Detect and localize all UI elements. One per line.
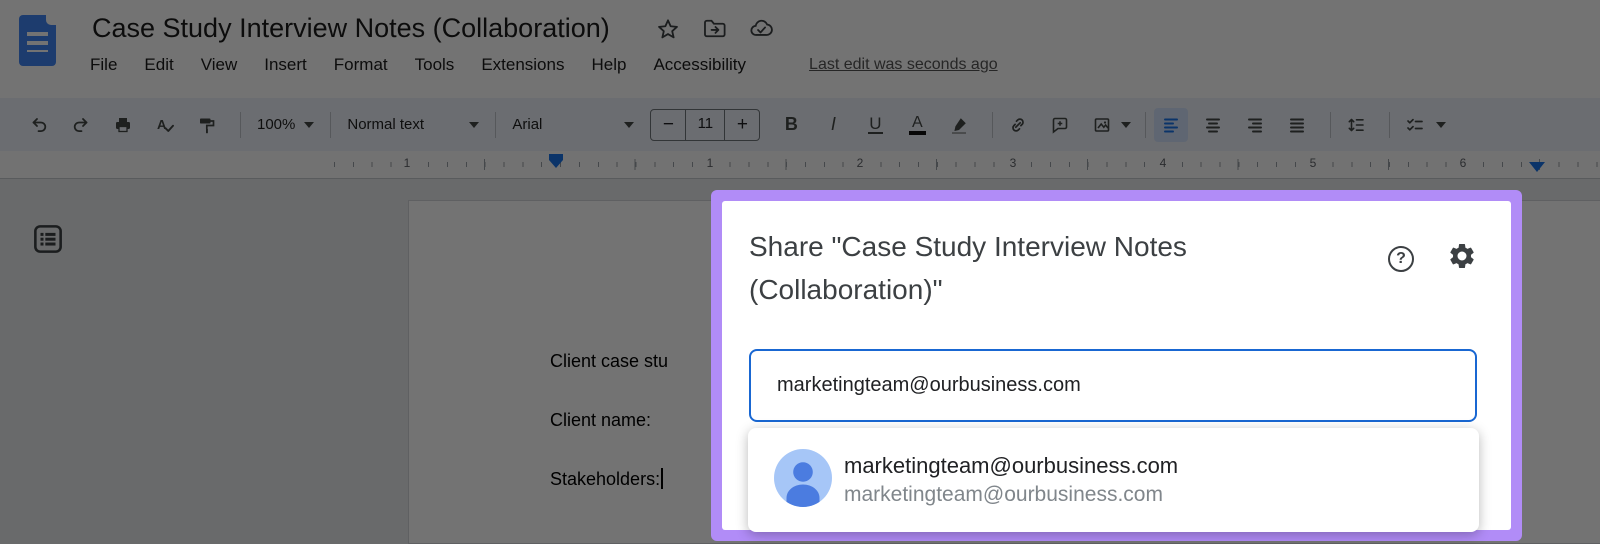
google-docs-app: Case Study Interview Notes (Collaboratio… [0, 0, 1600, 544]
person-avatar [774, 448, 832, 512]
share-dialog-icons: ? [1388, 241, 1477, 276]
share-dialog: Share "Case Study Interview Notes (Colla… [722, 201, 1511, 532]
suggestion-item[interactable]: marketingteam@ourbusiness.com marketingt… [748, 428, 1479, 532]
help-icon[interactable]: ? [1388, 245, 1414, 272]
suggestion-dropdown: marketingteam@ourbusiness.com marketingt… [748, 428, 1479, 532]
share-dialog-highlight-frame: Share "Case Study Interview Notes (Colla… [711, 190, 1522, 541]
suggestion-email: marketingteam@ourbusiness.com [844, 483, 1163, 506]
suggestion-texts: marketingteam@ourbusiness.com marketingt… [844, 453, 1178, 507]
share-dialog-title: Share "Case Study Interview Notes (Colla… [749, 231, 1187, 305]
suggestion-name: marketingteam@ourbusiness.com [844, 453, 1179, 478]
settings-gear-icon[interactable] [1447, 241, 1477, 276]
share-people-input[interactable] [749, 349, 1477, 422]
